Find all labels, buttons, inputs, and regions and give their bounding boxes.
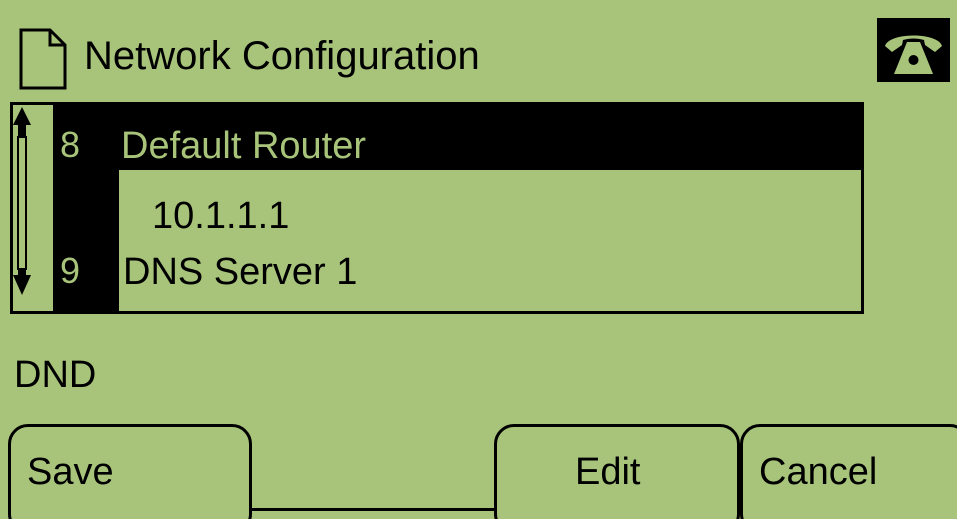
vertical-scroll-arrows-icon[interactable] [13,105,53,311]
row-number: 8 [60,124,81,165]
document-icon [18,27,68,91]
settings-list[interactable]: 8 9 Default Router 10.1.1.1 DNS Server 1 [10,102,864,314]
list-item-label[interactable]: Default Router [121,123,366,169]
page-title: Network Configuration [84,34,480,78]
list-item-label[interactable]: DNS Server 1 [123,249,357,295]
save-button[interactable]: Save [8,424,252,519]
cancel-button[interactable]: Cancel [740,424,957,519]
list-item-value: 10.1.1.1 [152,195,290,237]
edit-button-label: Edit [575,451,641,493]
save-button-label: Save [27,451,114,493]
phone-handset-icon [877,18,950,82]
edit-button[interactable]: Edit [494,424,740,519]
row-number: 9 [60,250,81,291]
cancel-button-label: Cancel [759,451,878,493]
softkey-divider [250,508,496,511]
status-text: DND [14,354,97,396]
phone-lcd-screen: Network Configuration 8 9 Default Router… [0,0,957,519]
